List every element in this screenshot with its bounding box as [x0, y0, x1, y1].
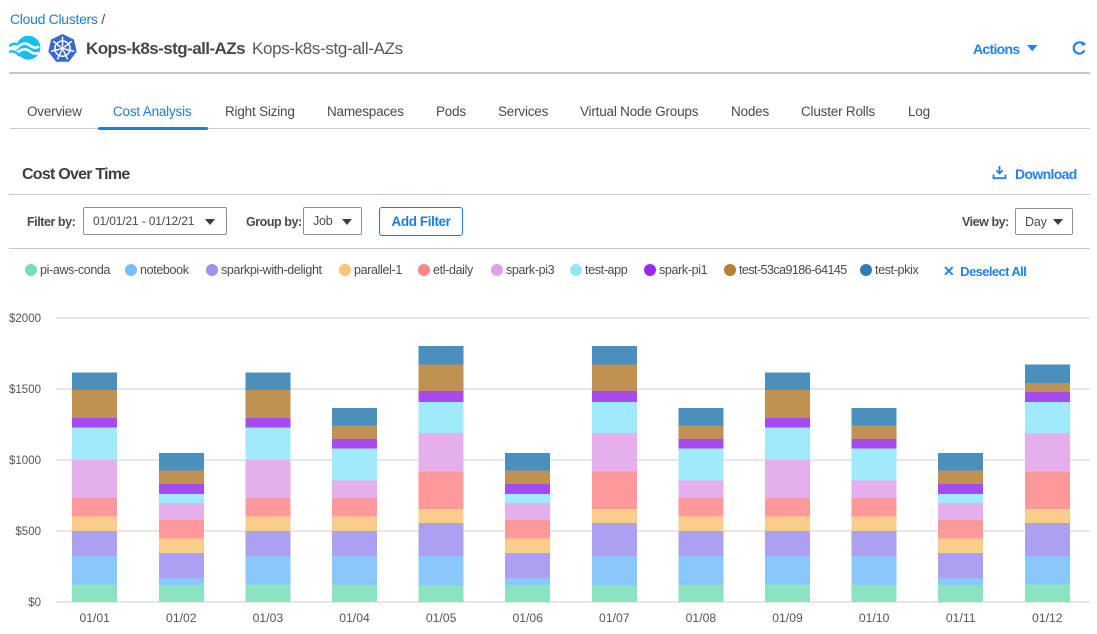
svg-text:01/04: 01/04	[339, 611, 370, 625]
svg-text:01/12: 01/12	[1032, 611, 1063, 625]
svg-text:01/03: 01/03	[253, 611, 284, 625]
svg-text:01/08: 01/08	[686, 611, 717, 625]
svg-text:01/05: 01/05	[426, 611, 457, 625]
svg-text:$2000: $2000	[9, 313, 41, 325]
svg-text:01/01: 01/01	[79, 611, 110, 625]
svg-text:$1500: $1500	[9, 384, 41, 396]
svg-text:01/07: 01/07	[599, 611, 630, 625]
svg-text:01/02: 01/02	[166, 611, 197, 625]
svg-text:01/09: 01/09	[772, 611, 803, 625]
svg-text:$1000: $1000	[9, 455, 41, 467]
svg-text:$0: $0	[28, 597, 41, 609]
svg-text:01/10: 01/10	[859, 611, 890, 625]
svg-text:01/11: 01/11	[946, 611, 976, 625]
svg-text:$500: $500	[15, 526, 41, 538]
svg-text:01/06: 01/06	[512, 611, 543, 625]
